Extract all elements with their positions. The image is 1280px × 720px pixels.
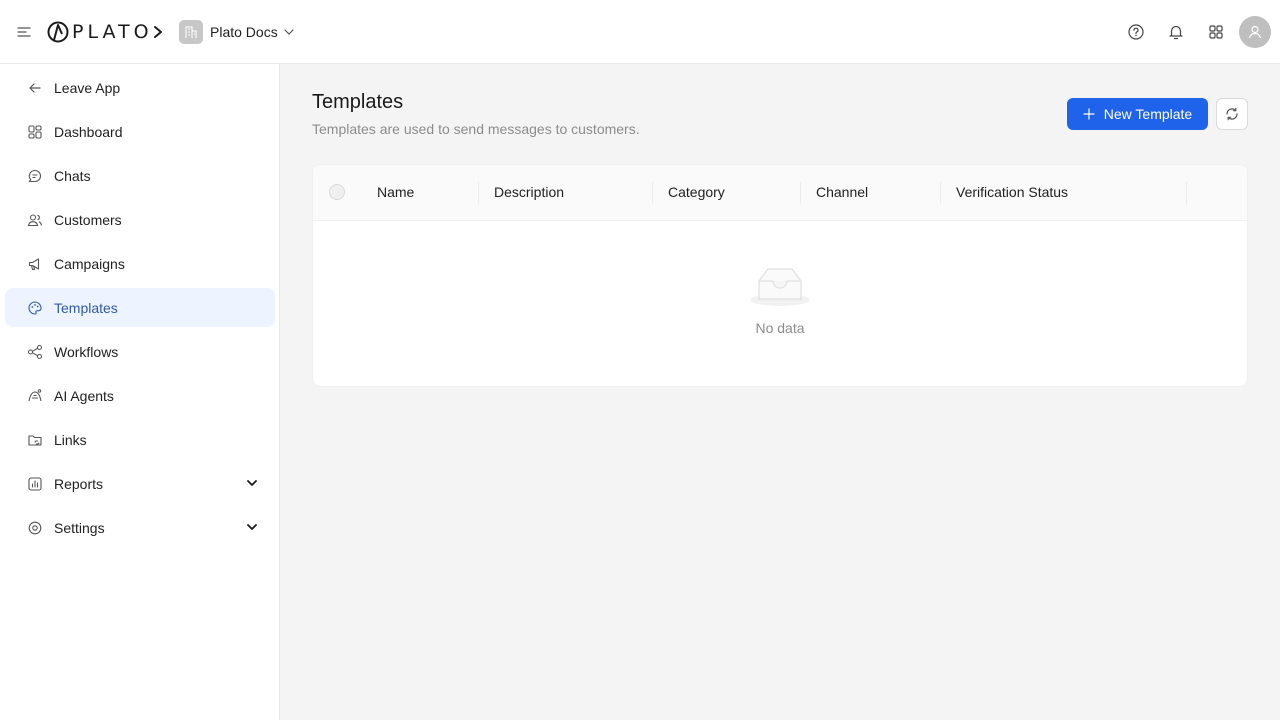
sidebar-item-templates[interactable]: Templates [5, 288, 275, 327]
column-header-name[interactable]: Name [377, 184, 414, 200]
user-icon [1248, 25, 1262, 39]
column-divider [800, 182, 801, 204]
column-header-verification-status[interactable]: Verification Status [956, 184, 1068, 200]
column-divider [1186, 182, 1187, 204]
new-template-label: New Template [1103, 106, 1193, 122]
dashboard-icon [26, 123, 44, 141]
refresh-icon [1226, 107, 1238, 121]
user-avatar[interactable] [1239, 16, 1271, 48]
sidebar-item-links[interactable]: Links [5, 420, 275, 459]
chevron-right-icon [151, 24, 165, 40]
column-divider [478, 182, 479, 204]
column-divider [940, 182, 941, 204]
column-header-channel[interactable]: Channel [816, 184, 868, 200]
sidebar-item-label: Leave App [54, 79, 121, 96]
logo-text: PLATO [72, 21, 153, 43]
plus-icon [1083, 108, 1095, 120]
sidebar-item-label: AI Agents [54, 387, 114, 404]
sidebar-item-label: Customers [54, 211, 122, 228]
top-header: PLATO Plato Docs [0, 0, 1280, 64]
column-header-category[interactable]: Category [668, 184, 725, 200]
sidebar-item-campaigns[interactable]: Campaigns [5, 244, 275, 283]
new-template-button[interactable]: New Template [1067, 98, 1208, 130]
refresh-button[interactable] [1216, 98, 1248, 130]
empty-state-text: No data [755, 320, 805, 336]
apps-grid-icon[interactable] [1206, 22, 1226, 42]
sidebar-item-ai-agents[interactable]: AI Agents [5, 376, 275, 415]
page-subtitle: Templates are used to send messages to c… [312, 121, 640, 137]
workspace-building-icon[interactable] [179, 20, 203, 44]
workspace-name[interactable]: Plato Docs [210, 24, 278, 40]
plato-logo[interactable]: PLATO [47, 21, 153, 43]
sidebar-item-settings[interactable]: Settings [5, 508, 275, 547]
page-title: Templates [312, 91, 404, 113]
menu-toggle-icon[interactable] [16, 24, 32, 40]
empty-state [313, 265, 1247, 314]
notification-bell-icon[interactable] [1166, 22, 1186, 42]
sidebar-item-label: Dashboard [54, 123, 123, 140]
users-icon [26, 211, 44, 229]
sidebar-item-label: Links [54, 431, 87, 448]
workflow-icon [26, 343, 44, 361]
plato-logo-mark-icon [47, 21, 69, 43]
chevron-down-icon[interactable] [245, 520, 259, 534]
arrow-left-icon [26, 79, 44, 97]
column-header-description[interactable]: Description [494, 184, 564, 200]
reports-chart-icon [26, 475, 44, 493]
sidebar-item-chats[interactable]: Chats [5, 156, 275, 195]
sidebar-item-dashboard[interactable]: Dashboard [5, 112, 275, 151]
sidebar: Leave App Dashboard Chats Customers Camp… [0, 64, 280, 720]
sidebar-item-label: Reports [54, 475, 104, 492]
empty-inbox-icon [750, 268, 810, 306]
sidebar-item-label: Chats [54, 167, 91, 184]
column-divider [652, 182, 653, 204]
sidebar-item-leave-app[interactable]: Leave App [5, 68, 275, 107]
settings-gear-icon [26, 519, 44, 537]
sidebar-item-label: Settings [54, 519, 105, 536]
sidebar-item-reports[interactable]: Reports [5, 464, 275, 503]
sidebar-item-label: Campaigns [54, 255, 125, 272]
templates-palette-icon [26, 299, 44, 317]
link-folder-icon [26, 431, 44, 449]
templates-table: Name Description Category Channel Verifi… [312, 164, 1248, 387]
sidebar-item-customers[interactable]: Customers [5, 200, 275, 239]
chat-icon [26, 167, 44, 185]
sidebar-item-label: Templates [54, 299, 118, 316]
chevron-down-icon[interactable] [245, 476, 259, 490]
sidebar-item-label: Workflows [54, 343, 119, 360]
megaphone-icon [26, 255, 44, 273]
select-all-checkbox[interactable] [329, 184, 345, 200]
chevron-down-icon[interactable] [282, 25, 296, 39]
table-header: Name Description Category Channel Verifi… [313, 165, 1247, 221]
ai-agent-icon [26, 387, 44, 405]
help-icon[interactable] [1126, 22, 1146, 42]
sidebar-item-workflows[interactable]: Workflows [5, 332, 275, 371]
